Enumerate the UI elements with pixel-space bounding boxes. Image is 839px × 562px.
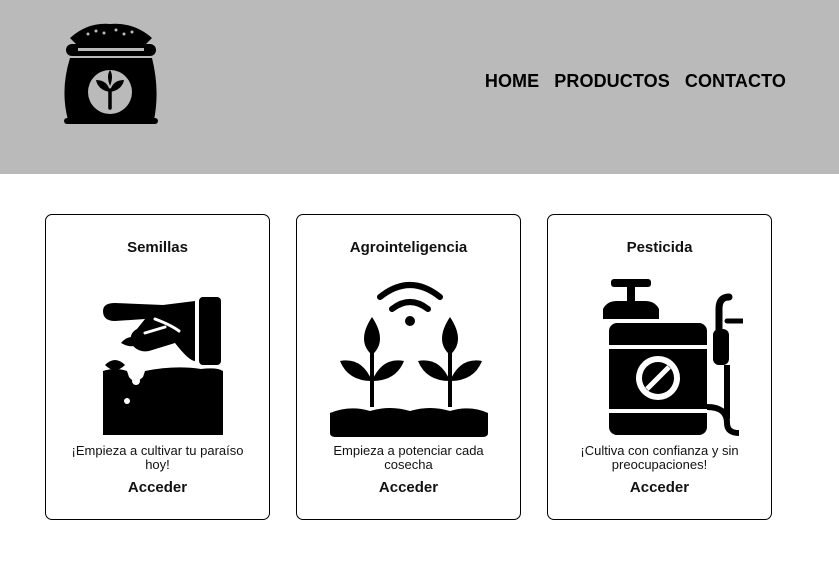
nav-home-link[interactable]: HOME [485, 71, 539, 92]
card-title: Pesticida [626, 239, 693, 256]
card-title: Semillas [127, 239, 188, 256]
nav-contacto-link[interactable]: CONTACTO [685, 71, 786, 92]
pesticide-sprayer-icon [548, 277, 771, 443]
acceder-link[interactable]: Acceder [46, 479, 269, 496]
hand-planting-seed-icon [46, 277, 269, 443]
card-title: Agrointeligencia [349, 239, 468, 256]
site-header: HOME PRODUCTOS CONTACTO [0, 0, 839, 174]
product-card-pesticida: Pesticida ¡Cultiva con confianza y sin p… [547, 214, 772, 520]
seed-bag-icon[interactable] [58, 20, 162, 128]
card-description: Empieza a potenciar cada cosecha [333, 443, 484, 472]
acceder-link[interactable]: Acceder [297, 479, 520, 496]
card-description: ¡Empieza a cultivar tu paraíso hoy! [71, 443, 244, 472]
product-card-semillas: Semillas ¡Empieza a cultivar tu paraíso … [45, 214, 270, 520]
nav-productos-link[interactable]: PRODUCTOS [554, 71, 670, 92]
smart-farming-wifi-plants-icon [297, 277, 520, 443]
card-description: ¡Cultiva con confianza y sin preocupacio… [580, 443, 739, 472]
acceder-link[interactable]: Acceder [548, 479, 771, 496]
main-nav: HOME PRODUCTOS CONTACTO [485, 71, 786, 92]
product-card-agrointeligencia: Agrointeligencia Empieza a potenciar cad… [296, 214, 521, 520]
